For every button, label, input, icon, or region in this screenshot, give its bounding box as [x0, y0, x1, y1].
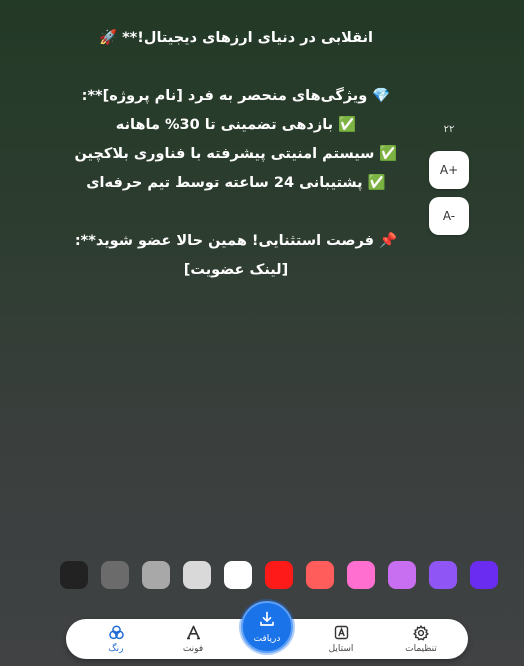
nav-font-label: فونت: [182, 644, 204, 654]
color-swatch[interactable]: [347, 561, 375, 589]
color-swatch[interactable]: [265, 561, 293, 589]
color-swatch[interactable]: [101, 561, 129, 589]
download-icon: [259, 611, 275, 631]
gear-icon: [413, 624, 429, 641]
palette-icon: [108, 624, 125, 641]
nav-color[interactable]: رنگ: [86, 619, 146, 659]
font-size-value: ۲۲: [443, 124, 455, 135]
post-line: 💎 ویژگی‌های منحصر به فرد [نام پروژه]**:: [81, 88, 391, 104]
post-blank-line: [60, 198, 412, 227]
color-swatch[interactable]: [183, 561, 211, 589]
nav-settings[interactable]: تنظیمات: [391, 619, 451, 659]
font-icon: [186, 624, 201, 641]
nav-style[interactable]: استایل: [311, 619, 371, 659]
post-line: انقلابی در دنیای ارزهای دیجیتال!** 🚀: [98, 30, 374, 46]
post-blank-line: [60, 53, 412, 82]
nav-style-label: استایل: [328, 644, 354, 654]
nav-color-label: رنگ: [108, 644, 124, 654]
color-swatch[interactable]: [60, 561, 88, 589]
color-swatch[interactable]: [306, 561, 334, 589]
decrease-font-button[interactable]: A-: [429, 197, 469, 235]
post-line: ✅ سیستم امنیتی پیشرفته با فناوری بلاکچین: [74, 146, 398, 162]
post-line: ✅ پشتیبانی 24 ساعته توسط تیم حرفه‌ای: [86, 175, 386, 191]
color-swatch[interactable]: [388, 561, 416, 589]
post-line: 📌 فرصت استثنایی! همین حالا عضو شوید**:: [74, 233, 398, 249]
color-swatch[interactable]: [429, 561, 457, 589]
style-icon: [334, 624, 349, 641]
download-button[interactable]: دریافت: [241, 601, 293, 653]
nav-settings-label: تنظیمات: [405, 644, 437, 654]
post-line: ✅ بازدهی تضمینی تا 30% ماهانه: [115, 117, 357, 133]
nav-font[interactable]: فونت: [163, 619, 223, 659]
download-label: دریافت: [253, 633, 281, 644]
post-line: [لینک عضویت]: [183, 262, 289, 278]
color-swatch[interactable]: [224, 561, 252, 589]
color-swatch[interactable]: [470, 561, 498, 589]
color-swatch-row: [0, 561, 524, 589]
post-text: انقلابی در دنیای ارزهای دیجیتال!** 🚀 💎 وی…: [60, 24, 412, 285]
color-swatch[interactable]: [142, 561, 170, 589]
increase-font-button[interactable]: A+: [429, 151, 469, 189]
